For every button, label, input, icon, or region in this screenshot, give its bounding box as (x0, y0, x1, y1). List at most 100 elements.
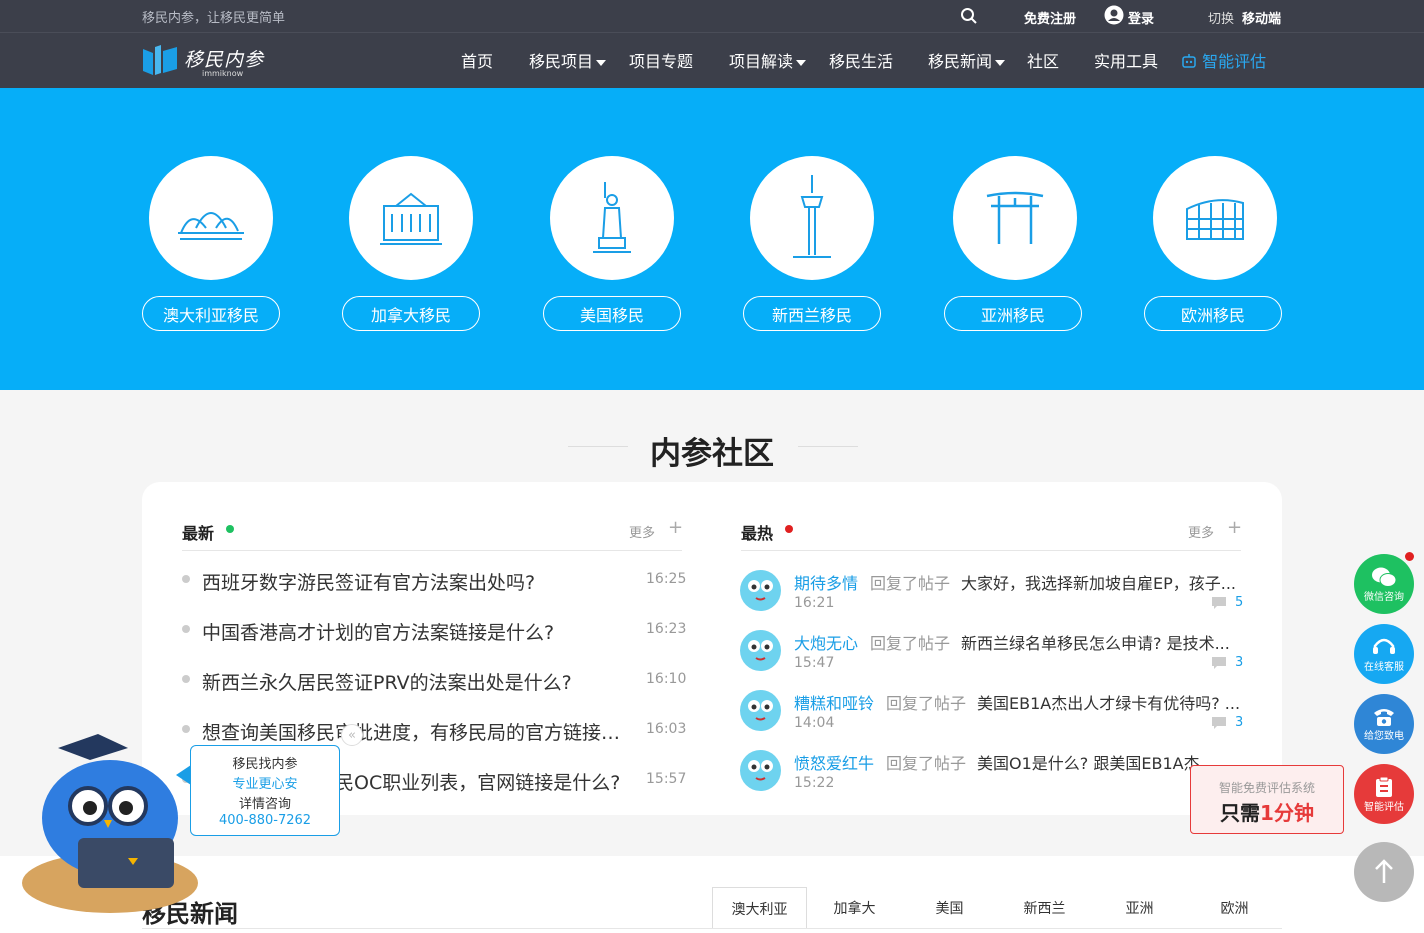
plus-icon[interactable]: + (1227, 517, 1242, 538)
post-time: 14:04 (794, 715, 835, 731)
sky-tower-icon[interactable] (750, 156, 874, 280)
assessment-button[interactable]: 智能评估 (1354, 764, 1414, 824)
robot-icon (1182, 54, 1196, 68)
bubble-phone[interactable]: 400-880-7262 (190, 813, 340, 828)
wechat-button[interactable]: 微信咨询 (1354, 554, 1414, 614)
nav-assessment[interactable]: 智能评估 (1181, 48, 1266, 72)
hot-post-title[interactable]: 新西兰绿名单移民怎么申请? 是技术... (961, 630, 1241, 654)
callback-button[interactable]: 给您致电 (1354, 694, 1414, 754)
bubble-line2: 专业更心安 (232, 777, 298, 792)
logo-text: 移民内参 (184, 49, 265, 71)
divider (741, 550, 1241, 551)
parliament-icon[interactable] (349, 156, 473, 280)
bullet (182, 675, 190, 683)
register-link[interactable]: 免费注册 (1024, 8, 1076, 27)
plus-icon[interactable]: + (668, 517, 683, 538)
colosseum-icon[interactable] (1153, 156, 1277, 280)
news-tab-asia[interactable]: 亚洲 (1092, 887, 1187, 929)
post-time: 15:47 (794, 655, 835, 671)
hot-dot (785, 525, 793, 533)
region-button-australia[interactable]: 澳大利亚移民 (142, 296, 280, 331)
reply-label: 回复了帖子 (886, 694, 967, 713)
hot-more-link[interactable]: 更多 (1188, 522, 1214, 541)
online-service-button[interactable]: 在线客服 (1354, 624, 1414, 684)
post-time: 15:22 (794, 775, 835, 791)
nav-community[interactable]: 社区 (1027, 48, 1059, 72)
post-time: 16:21 (794, 595, 835, 611)
avatar[interactable] (740, 690, 781, 731)
region-button-europe[interactable]: 欧洲移民 (1144, 296, 1282, 331)
promo-small: 智能免费评估系统 (1218, 781, 1315, 795)
opera-house-icon[interactable] (149, 156, 273, 280)
bubble-line3: 详情咨询 (238, 797, 291, 812)
search-icon[interactable] (960, 7, 978, 29)
username[interactable]: 大炮无心 (794, 630, 858, 654)
collapse-icon[interactable]: « (341, 724, 363, 746)
username[interactable]: 糟糕和哑铃 (794, 690, 874, 714)
arrow-up-icon (1375, 859, 1393, 883)
headset-icon (1373, 638, 1395, 654)
comment-icon (1211, 715, 1227, 734)
reply-label: 回复了帖子 (870, 574, 951, 593)
region-button-usa[interactable]: 美国移民 (543, 296, 681, 331)
nav-projects[interactable]: 移民项目 (529, 48, 607, 72)
avatar[interactable] (740, 750, 781, 791)
assessment-label: 智能评估 (1364, 801, 1404, 813)
switch-mobile-link[interactable]: 移动端 (1242, 8, 1281, 27)
reply-label: 回复了帖子 (870, 634, 951, 653)
nav-news[interactable]: 移民新闻 (928, 48, 1006, 72)
hot-post-title[interactable]: 大家好，我选择新加坡自雇EP，孩子... (961, 570, 1241, 594)
clipboard-icon (1376, 776, 1392, 797)
back-to-top-button[interactable] (1354, 842, 1414, 902)
login-link[interactable]: 登录 (1128, 8, 1154, 27)
nav-tools[interactable]: 实用工具 (1094, 48, 1158, 72)
nav-life[interactable]: 移民生活 (829, 48, 893, 72)
community-title: 内参社区 (650, 436, 774, 472)
latest-post-title[interactable]: 想查询美国移民审批进度，有移民局的官方链接吗? (202, 718, 627, 745)
post-time: 16:23 (646, 621, 687, 637)
hot-post-title[interactable]: 美国EB1A杰出人才绿卡有优待吗? ... (977, 690, 1241, 714)
statue-of-liberty-icon[interactable] (550, 156, 674, 280)
region-hero: 澳大利亚移民 加拿大移民 美国移民 新西兰移民 亚洲移民 欧洲移民 (0, 88, 1424, 390)
promo-prefix: 只需 (1220, 801, 1261, 825)
owl-mascot[interactable] (18, 728, 208, 922)
nav-news-label: 移民新闻 (928, 52, 993, 71)
avatar[interactable] (740, 630, 781, 671)
news-tab-usa[interactable]: 美国 (902, 887, 997, 929)
hot-post-title[interactable]: 美国O1是什么? 跟美国EB1A杰出... (977, 750, 1217, 774)
switch-label: 切换 (1208, 12, 1235, 27)
logo-icon[interactable] (141, 43, 181, 81)
latest-post-title[interactable]: 新西兰永久居民签证PRV的法案出处是什么? (202, 668, 627, 695)
latest-heading: 最新 (182, 524, 215, 543)
comment-count: 5 (1235, 595, 1244, 610)
region-button-asia[interactable]: 亚洲移民 (944, 296, 1082, 331)
region-button-newzealand[interactable]: 新西兰移民 (743, 296, 881, 331)
chevron-down-icon (995, 59, 1006, 66)
torii-gate-icon[interactable] (953, 156, 1077, 280)
comment-icon (1211, 595, 1227, 614)
bullet (182, 625, 190, 633)
chevron-down-icon (796, 59, 807, 66)
latest-more-link[interactable]: 更多 (629, 522, 655, 541)
nav-topics[interactable]: 项目专题 (629, 48, 693, 72)
username[interactable]: 期待多情 (794, 570, 858, 594)
username[interactable]: 愤怒爱红牛 (794, 750, 874, 774)
promo-main: 只需1分钟 (1190, 797, 1344, 826)
phone-icon (1374, 708, 1394, 726)
news-tab-canada[interactable]: 加拿大 (807, 887, 902, 929)
wechat-icon (1372, 567, 1397, 587)
comment-count: 3 (1235, 655, 1244, 670)
nav-analysis[interactable]: 项目解读 (729, 48, 807, 72)
latest-post-title[interactable]: 中国香港高才计划的官方法案链接是什么? (202, 618, 627, 645)
online-service-label: 在线客服 (1364, 661, 1404, 673)
avatar[interactable] (740, 570, 781, 611)
nav-analysis-label: 项目解读 (729, 52, 794, 71)
news-tab-australia[interactable]: 澳大利亚 (712, 887, 807, 929)
latest-post-title[interactable]: 西班牙数字游民签证有官方法案出处吗? (202, 568, 627, 595)
divider (182, 550, 682, 551)
news-tab-europe[interactable]: 欧洲 (1187, 887, 1282, 929)
site-slogan: 移民内参，让移民更简单 (142, 11, 286, 26)
news-tab-newzealand[interactable]: 新西兰 (997, 887, 1092, 929)
region-button-canada[interactable]: 加拿大移民 (342, 296, 480, 331)
nav-home[interactable]: 首页 (461, 48, 493, 72)
